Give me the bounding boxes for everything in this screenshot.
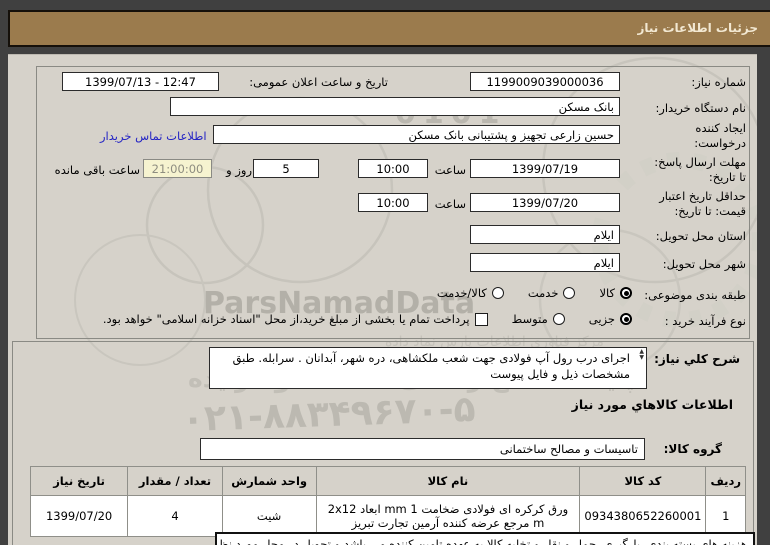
col-unit: واحد شمارش [221,466,317,496]
treasury-payment-option: پرداخت تمام یا بخشی از مبلغ خرید،از محل … [103,312,488,326]
validity-date-field[interactable]: 1399/07/20 [470,193,620,212]
window: جزئیات اطلاعات نیاز 0101 ParsNamadData م… [0,0,770,545]
delivery-city-field[interactable]: ایلام [470,253,620,272]
price-validity-label: حداقل تاریخ اعتبار قیمت: تا تاریخ: [659,189,746,218]
deadline-date-field[interactable]: 1399/07/19 [470,159,620,178]
purchase-process-label: نوع فرآیند خرید : [664,314,746,328]
need-number-field[interactable]: 1199009039000036 [470,72,620,91]
buyer-org-field[interactable]: بانک مسکن [170,97,620,116]
col-row: ردیف [705,466,746,496]
page-title: جزئیات اطلاعات نیاز [637,21,758,35]
page-title-bar: جزئیات اطلاعات نیاز [8,10,770,47]
goods-group-field[interactable]: تاسیسات و مصالح ساختمانی [200,438,645,460]
buyer-org-label: نام دستگاه خریدار: [655,101,746,115]
cell-unit: شیت [221,495,317,537]
goods-section-title: اطلاعات کالاهاي مورد نیاز [571,397,733,412]
countdown-timer-field: 21:00:00 [143,159,212,178]
classification-option-service: خدمت [528,286,576,300]
radio-partial-label: جزیی [588,312,615,326]
bottom-note-box: هزینه های بسته بندی، بارگیری، حمل و نقل … [215,532,755,545]
treasury-checkbox-label: پرداخت تمام یا بخشی از مبلغ خرید،از محل … [102,312,470,326]
announce-datetime-label: تاریخ و ساعت اعلان عمومی: [249,75,388,89]
purchase-process-options: جزیی متوسط پرداخت تمام یا بخشی از مبلغ خ… [103,312,632,326]
general-description-text: اجرای درب رول آپ فولادی جهت شعب ملکشاهی،… [232,351,630,381]
radio-goods[interactable] [620,287,632,299]
cell-quantity: 4 [127,495,223,537]
radio-service-label: خدمت [527,286,559,300]
radio-goods-service[interactable] [491,287,504,299]
textarea-scroll-arrows[interactable]: ▲ ▼ [639,349,644,361]
classification-option-goods: کالا [599,286,632,300]
radio-medium[interactable] [552,313,565,325]
hours-remaining-label: ساعت باقی مانده [54,163,140,177]
goods-group-label: گروه کالا: [663,442,722,456]
process-option-medium: متوسط [512,312,565,326]
general-description-label: شرح کلي نیاز: [654,352,740,366]
radio-goods-service-label: کالا/خدمت [436,286,487,300]
announce-datetime-field[interactable]: 1399/07/13 - 12:47 [62,72,219,91]
radio-service[interactable] [563,287,576,299]
validity-hour-label: ساعت [434,197,466,211]
col-need-date: تاریخ نیاز [29,466,129,496]
need-number-label: شماره نیاز: [691,75,746,89]
treasury-checkbox[interactable] [474,312,488,326]
request-creator-label: ایجاد کننده درخواست: [694,121,746,150]
col-item-name: نام کالا [315,466,581,496]
radio-partial[interactable] [620,313,632,325]
delivery-city-label: شهر محل تحویل: [662,257,746,271]
remaining-days-field[interactable]: 5 [253,159,319,178]
request-creator-field[interactable]: حسین زارعی تجهیز و پشتیبانی بانک مسکن [213,125,620,144]
delivery-province-field[interactable]: ایلام [470,225,620,244]
deadline-hour-label: ساعت [434,163,466,177]
classification-label: طبقه بندی موضوعی: [644,288,746,302]
delivery-province-label: استان محل تحویل: [655,229,746,243]
cell-need-date: 1399/07/20 [29,495,129,537]
goods-table-header-row: ردیف کد کالا نام کالا واحد شمارش تعداد /… [29,466,746,496]
bottom-note-text: هزینه های بسته بندی، بارگیری، حمل و نقل … [217,537,747,545]
general-description-textarea[interactable]: ▲ ▼ اجرای درب رول آپ فولادی جهت شعب ملکشا… [209,347,647,389]
days-and-label: روز و [226,163,252,177]
col-quantity: تعداد / مقدار [127,466,223,496]
radio-goods-label: کالا [599,286,615,300]
classification-options: کالا خدمت کالا/خدمت [437,286,632,300]
radio-medium-label: متوسط [511,312,548,326]
response-deadline-label: مهلت ارسال پاسخ: تا تاریخ: [654,155,746,184]
deadline-time-field[interactable]: 10:00 [358,159,428,178]
goods-table: ردیف کد کالا نام کالا واحد شمارش تعداد /… [29,466,746,537]
table-row: 1 0934380652260001 ورق کرکره ای فولادی ض… [29,495,746,537]
buyer-contact-link[interactable]: اطلاعات تماس خریدار [100,129,207,143]
classification-option-goods-service: کالا/خدمت [437,286,504,300]
cell-row-number: 1 [705,495,746,537]
col-item-code: کد کالا [579,466,707,496]
process-option-partial: جزیی [589,312,632,326]
cell-item-code: 0934380652260001 [579,495,707,537]
cell-item-name: ورق کرکره ای فولادی ضخامت 1 mm ابعاد 2x1… [315,495,581,537]
validity-time-field[interactable]: 10:00 [358,193,428,212]
